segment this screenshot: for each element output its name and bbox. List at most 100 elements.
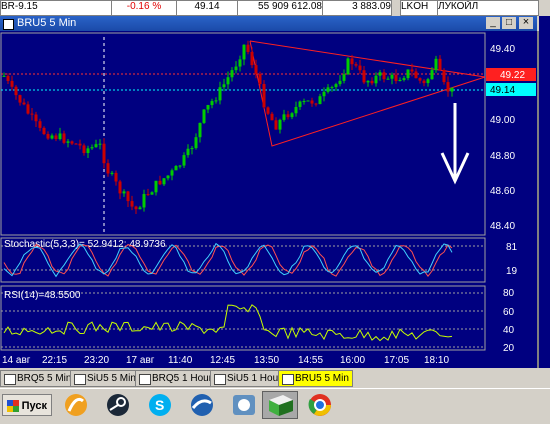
candle-body bbox=[294, 106, 298, 114]
candle-body bbox=[314, 103, 318, 105]
candle-body bbox=[346, 58, 350, 75]
candle-body bbox=[198, 122, 202, 138]
candle-body bbox=[94, 144, 98, 148]
candle-body bbox=[370, 80, 374, 84]
shield-app-icon[interactable] bbox=[226, 391, 262, 419]
chart-tab-icon bbox=[139, 374, 151, 385]
candle-body bbox=[378, 72, 382, 76]
rsi-level: 20 bbox=[503, 343, 515, 354]
quote-cell-volume: 55 909 612.08 bbox=[237, 0, 323, 16]
candle-body bbox=[182, 155, 186, 166]
candle-body bbox=[374, 75, 378, 84]
candle-body bbox=[2, 75, 6, 77]
candle-body bbox=[386, 78, 390, 80]
candle-body bbox=[282, 114, 286, 120]
candle-body bbox=[426, 79, 430, 84]
candle-body bbox=[366, 80, 370, 83]
time-axis: 14 авг 22:15 23:20 17 авг 11:40 12:45 13:50 14:… bbox=[2, 355, 449, 366]
time-tick: 12:45 bbox=[210, 355, 235, 366]
close-button[interactable]: × bbox=[519, 17, 533, 29]
candle-body bbox=[402, 78, 406, 80]
candle-body bbox=[222, 84, 226, 88]
last-price-label: 49.14 bbox=[490, 85, 515, 96]
adjacent-window-edge bbox=[539, 16, 550, 368]
level-price-label: 49.22 bbox=[500, 70, 525, 81]
candle-body bbox=[50, 135, 54, 139]
candle-body bbox=[154, 180, 158, 193]
time-tick: 23:20 bbox=[84, 355, 109, 366]
candle-body bbox=[22, 102, 26, 105]
candle-body bbox=[190, 148, 194, 150]
quote-cell-ticker: LKOH bbox=[400, 0, 438, 16]
browser-icon[interactable] bbox=[184, 391, 220, 419]
candle-body bbox=[14, 86, 18, 96]
candle-body bbox=[106, 163, 110, 174]
candle-body bbox=[422, 80, 426, 84]
skype-icon[interactable]: S bbox=[142, 391, 178, 419]
candle-body bbox=[242, 44, 246, 60]
tab-brq5-1hour[interactable]: BRQ5 1 Hour bbox=[135, 370, 217, 387]
maximize-button[interactable]: □ bbox=[502, 17, 516, 29]
chart-window-titlebar[interactable]: BRU5 5 Min _ □ × bbox=[0, 16, 537, 31]
cube-app-icon[interactable] bbox=[262, 391, 298, 419]
candle-body bbox=[302, 101, 306, 103]
candle-body bbox=[214, 100, 218, 102]
tab-siu5-1hour[interactable]: SiU5 1 Hour bbox=[210, 370, 286, 387]
candle-body bbox=[298, 101, 302, 107]
steam-icon[interactable] bbox=[100, 391, 136, 419]
windows-logo-icon bbox=[7, 400, 19, 412]
quote-cell-amount: 3 883.09 bbox=[322, 0, 392, 16]
candle-body bbox=[350, 58, 354, 65]
candle-body bbox=[102, 143, 106, 164]
tab-brq5-5min[interactable]: BRQ5 5 Min bbox=[0, 370, 76, 387]
candle-body bbox=[26, 104, 30, 114]
svg-text:S: S bbox=[155, 397, 164, 413]
candle-body bbox=[266, 107, 270, 114]
candle-body bbox=[46, 134, 50, 139]
candle-body bbox=[186, 148, 190, 156]
candle-body bbox=[278, 119, 282, 130]
candle-body bbox=[54, 135, 58, 140]
chrome-icon[interactable] bbox=[302, 391, 338, 419]
candle-body bbox=[90, 147, 94, 149]
quote-cell-name: BR-9.15 bbox=[0, 0, 112, 16]
candle-body bbox=[174, 166, 178, 171]
chart-window[interactable]: 49.40 49.00 48.80 48.60 48.40 49.22 49.1… bbox=[0, 31, 539, 368]
candle-body bbox=[58, 133, 62, 140]
tab-siu5-5min[interactable]: SiU5 5 Min bbox=[70, 370, 140, 387]
candle-body bbox=[18, 95, 22, 103]
candle-body bbox=[70, 141, 74, 144]
chart-canvas[interactable]: 49.40 49.00 48.80 48.60 48.40 49.22 49.1… bbox=[0, 31, 537, 368]
candle-body bbox=[226, 77, 230, 85]
start-button[interactable]: Пуск bbox=[2, 394, 52, 416]
tab-bru5-5min[interactable]: BRU5 5 Min bbox=[278, 370, 353, 387]
candle-body bbox=[146, 194, 150, 196]
candle-body bbox=[122, 191, 126, 194]
minimize-button[interactable]: _ bbox=[486, 17, 500, 29]
candle-body bbox=[66, 141, 70, 143]
candle-body bbox=[42, 127, 46, 135]
candle-body bbox=[210, 101, 214, 106]
candle-body bbox=[162, 178, 166, 185]
chart-tabs-bar: BRQ5 5 Min SiU5 5 Min BRQ5 1 Hour SiU5 1… bbox=[0, 369, 550, 387]
rsi-level: 80 bbox=[503, 288, 515, 299]
candle-body bbox=[250, 51, 254, 66]
candle-body bbox=[382, 72, 386, 80]
candle-body bbox=[206, 105, 210, 110]
price-tick: 48.40 bbox=[490, 221, 515, 232]
time-tick: 17:05 bbox=[384, 355, 409, 366]
chart-tab-icon bbox=[74, 374, 86, 385]
flash-icon[interactable] bbox=[58, 391, 94, 419]
candle-body bbox=[30, 113, 34, 115]
candle-body bbox=[286, 114, 290, 118]
candle-body bbox=[218, 87, 222, 101]
candle-body bbox=[322, 91, 326, 97]
candle-body bbox=[362, 70, 366, 83]
candle-body bbox=[318, 96, 322, 105]
candle-body bbox=[410, 69, 414, 72]
candle-body bbox=[194, 137, 198, 149]
candle-body bbox=[442, 70, 446, 83]
time-tick: 18:10 bbox=[424, 355, 449, 366]
chart-window-icon bbox=[3, 19, 14, 30]
candle-body bbox=[418, 78, 422, 81]
